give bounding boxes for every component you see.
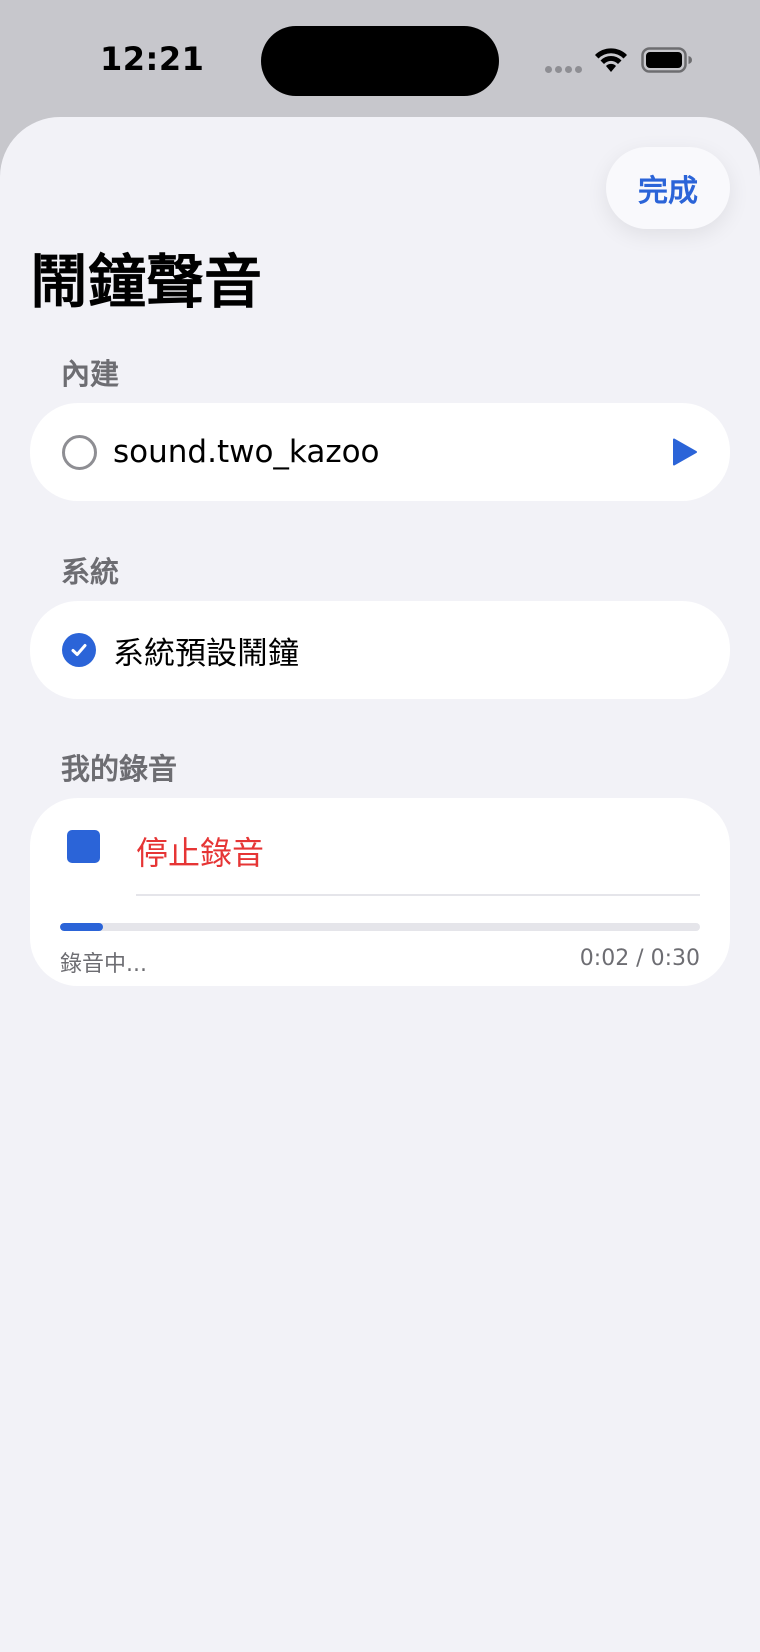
recording-progress-bar [60,923,700,931]
alarm-sound-sheet: 完成 鬧鐘聲音 內建 sound.two_kazoo 系統 系統預設鬧鐘 我的錄… [0,117,760,1652]
divider [136,894,700,896]
dynamic-island [261,26,499,96]
play-icon[interactable] [672,438,698,466]
stop-square-icon[interactable] [67,830,100,863]
section-header-builtin: 內建 [61,357,120,391]
radio-unchecked-icon[interactable] [62,434,97,470]
builtin-sound-label: sound.two_kazoo [113,434,380,470]
section-header-recordings: 我的錄音 [61,752,178,786]
builtin-sound-card: sound.two_kazoo [30,403,730,501]
recording-time: 0:02 / 0:30 [579,946,700,971]
system-sound-card: 系統預設鬧鐘 [30,601,730,699]
page-title: 鬧鐘聲音 [30,248,263,316]
checkmark-circle-icon[interactable] [62,633,96,667]
checkmark-icon [71,644,87,656]
recording-card: 停止錄音 錄音中... 0:02 / 0:30 [30,798,730,986]
status-bar: 12:21 [0,0,760,118]
wifi-icon [595,48,627,72]
system-sound-label: 系統預設鬧鐘 [113,635,299,672]
recording-progress-fill [60,923,103,931]
recording-status: 錄音中... [60,952,147,977]
system-sound-row[interactable]: 系統預設鬧鐘 [30,601,730,699]
status-time: 12:21 [100,40,205,78]
battery-icon [641,47,692,73]
section-header-system: 系統 [61,555,120,589]
cellular-signal-icon [545,66,583,74]
stop-recording-button[interactable]: 停止錄音 [136,828,264,874]
builtin-sound-row[interactable]: sound.two_kazoo [30,403,730,501]
done-button[interactable]: 完成 [606,147,730,229]
